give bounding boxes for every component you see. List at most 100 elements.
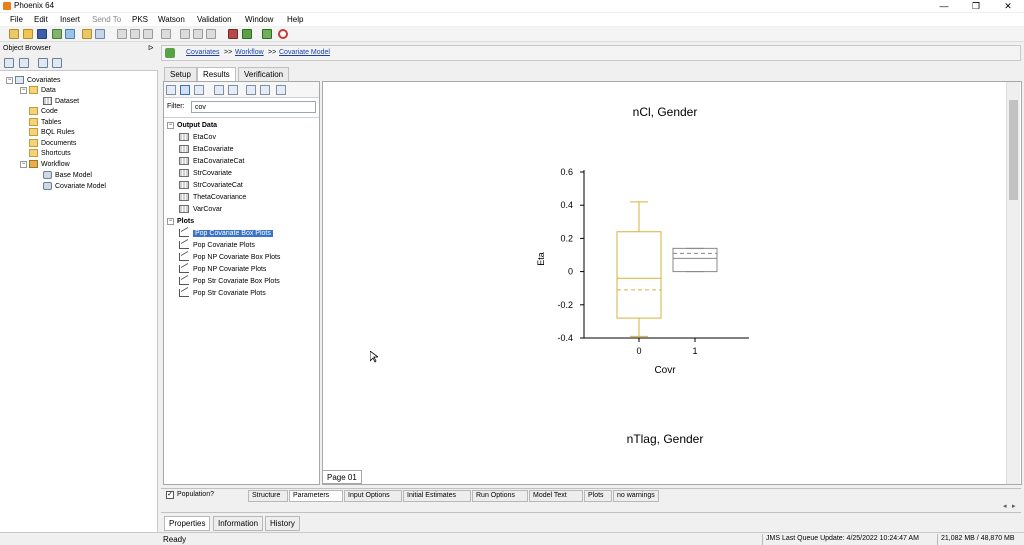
execute-icon[interactable] [262,29,272,39]
menu-insert[interactable]: Insert [60,15,80,24]
tree-item-base-model[interactable]: Base Model [43,170,92,180]
save-icon[interactable] [37,29,47,39]
delete-icon[interactable] [206,29,216,39]
list-view-icon[interactable] [166,85,176,95]
print-icon[interactable] [276,85,286,95]
tab-properties[interactable]: Properties [164,516,211,531]
redo-icon[interactable] [193,29,203,39]
ob-collapse-icon[interactable] [38,58,48,68]
export-result-icon[interactable] [246,85,256,95]
plot-vertical-scrollbar[interactable] [1006,82,1020,484]
save-all-icon[interactable] [95,29,105,39]
copy-result-icon[interactable] [214,85,224,95]
tab-run-options[interactable]: Run Options [472,490,528,502]
results-item[interactable]: StrCovariateCat [179,180,243,190]
tab-plots[interactable]: Plots [584,490,612,502]
results-item[interactable]: EtaCov [179,132,216,142]
tree-item-covariate-model[interactable]: Covariate Model [43,181,106,191]
results-item[interactable]: Pop Covariate Plots [179,240,255,250]
tab-results[interactable]: Results [197,67,236,82]
export-icon[interactable] [65,29,75,39]
results-group[interactable]: − Output Data [167,120,217,130]
tree-item-data[interactable]: − Data [20,85,56,95]
run-icon[interactable] [242,29,252,39]
scroll-thumb[interactable] [1009,100,1018,200]
scroll-left-icon[interactable]: ◂ [1003,502,1007,510]
tab-setup[interactable]: Setup [164,67,197,81]
results-item[interactable]: EtaCovariate [179,144,233,154]
tab-parameters[interactable]: Parameters [289,490,343,502]
results-item[interactable]: StrCovariate [179,168,232,178]
population-checkbox[interactable]: ✓ [166,491,174,499]
menu-window[interactable]: Window [245,15,273,24]
page-tab[interactable]: Page 01 [322,470,362,484]
menu-pks[interactable]: PKS [132,15,148,24]
paste-icon[interactable] [143,29,153,39]
tree-item-code[interactable]: Code [29,106,58,116]
record-icon[interactable] [228,29,238,39]
tree-view-icon[interactable] [180,85,190,95]
tree-item-bql-rules[interactable]: BQL Rules [29,127,75,137]
results-item[interactable]: EtaCovariateCat [179,156,244,166]
results-item[interactable]: Pop NP Covariate Plots [179,264,266,274]
workflow-nav-icon[interactable] [165,48,175,58]
tree-item-dataset[interactable]: Dataset [43,96,79,106]
copy-icon[interactable] [130,29,140,39]
cut-icon[interactable] [117,29,127,39]
ob-export-icon[interactable] [19,58,29,68]
paste-result-icon[interactable] [228,85,238,95]
tree-item-workflow[interactable]: − Workflow [20,159,70,169]
ob-expand-icon[interactable] [52,58,62,68]
tab-structure[interactable]: Structure [248,490,288,502]
menu-file[interactable]: File [10,15,23,24]
undo-icon[interactable] [180,29,190,39]
tab-verification[interactable]: Verification [238,67,290,81]
tree-item-shortcuts[interactable]: Shortcuts [29,148,71,158]
tab-information[interactable]: Information [213,516,264,531]
collapse-icon[interactable]: − [20,160,27,168]
breadcrumb-workflow[interactable]: Workflow [235,49,264,56]
collapse-icon[interactable]: − [20,86,27,94]
results-item[interactable]: ThetaCovariance [179,192,246,202]
restore-button[interactable]: ❐ [966,0,986,12]
new-project-icon[interactable] [9,29,19,39]
minimize-button[interactable]: — [934,0,954,12]
results-group[interactable]: − Plots [167,216,194,226]
collapse-icon[interactable]: − [6,76,13,84]
menu-edit[interactable]: Edit [34,15,48,24]
export-all-icon[interactable] [260,85,270,95]
stop-icon[interactable] [278,29,288,39]
properties-icon[interactable] [82,29,92,39]
menu-watson[interactable]: Watson [158,15,185,24]
open-folder-icon[interactable] [23,29,33,39]
menu-send-to[interactable]: Send To [92,15,121,24]
collapse-icon[interactable]: − [167,121,174,129]
collapse-icon[interactable]: − [167,217,174,225]
filter-input[interactable] [191,101,316,113]
ob-import-icon[interactable] [4,58,14,68]
results-item[interactable]: Pop Str Covariate Box Plots [179,276,280,286]
scroll-right-icon[interactable]: ▸ [1012,502,1016,510]
tab-history[interactable]: History [265,516,300,531]
results-item[interactable]: VarCovar [179,204,222,214]
tab-warnings[interactable]: no warnings [613,490,659,502]
breadcrumb-covariate-model[interactable]: Covariate Model [279,49,330,56]
grid-icon[interactable] [161,29,171,39]
tabs-horizontal-scrollbar[interactable]: ◂ ▸ [161,502,1021,512]
tree-item-tables[interactable]: Tables [29,117,61,127]
results-item[interactable]: Pop NP Covariate Box Plots [179,252,280,262]
breadcrumb-covariates[interactable]: Covariates [186,49,219,56]
tab-initial-estimates[interactable]: Initial Estimates [403,490,471,502]
results-item[interactable]: Pop Str Covariate Plots [179,288,266,298]
pin-icon[interactable]: ᐅ [148,44,153,52]
results-item[interactable]: Pop Covariate Box Plots [179,228,273,238]
tree-item-covariates[interactable]: − Covariates [6,75,60,85]
close-button[interactable]: ✕ [998,0,1018,12]
thumbnail-view-icon[interactable] [194,85,204,95]
menu-validation[interactable]: Validation [197,15,232,24]
tree-item-documents[interactable]: Documents [29,138,76,148]
tab-model-text[interactable]: Model Text [529,490,583,502]
import-icon[interactable] [52,29,62,39]
menu-help[interactable]: Help [287,15,303,24]
tab-input-options[interactable]: Input Options [344,490,402,502]
